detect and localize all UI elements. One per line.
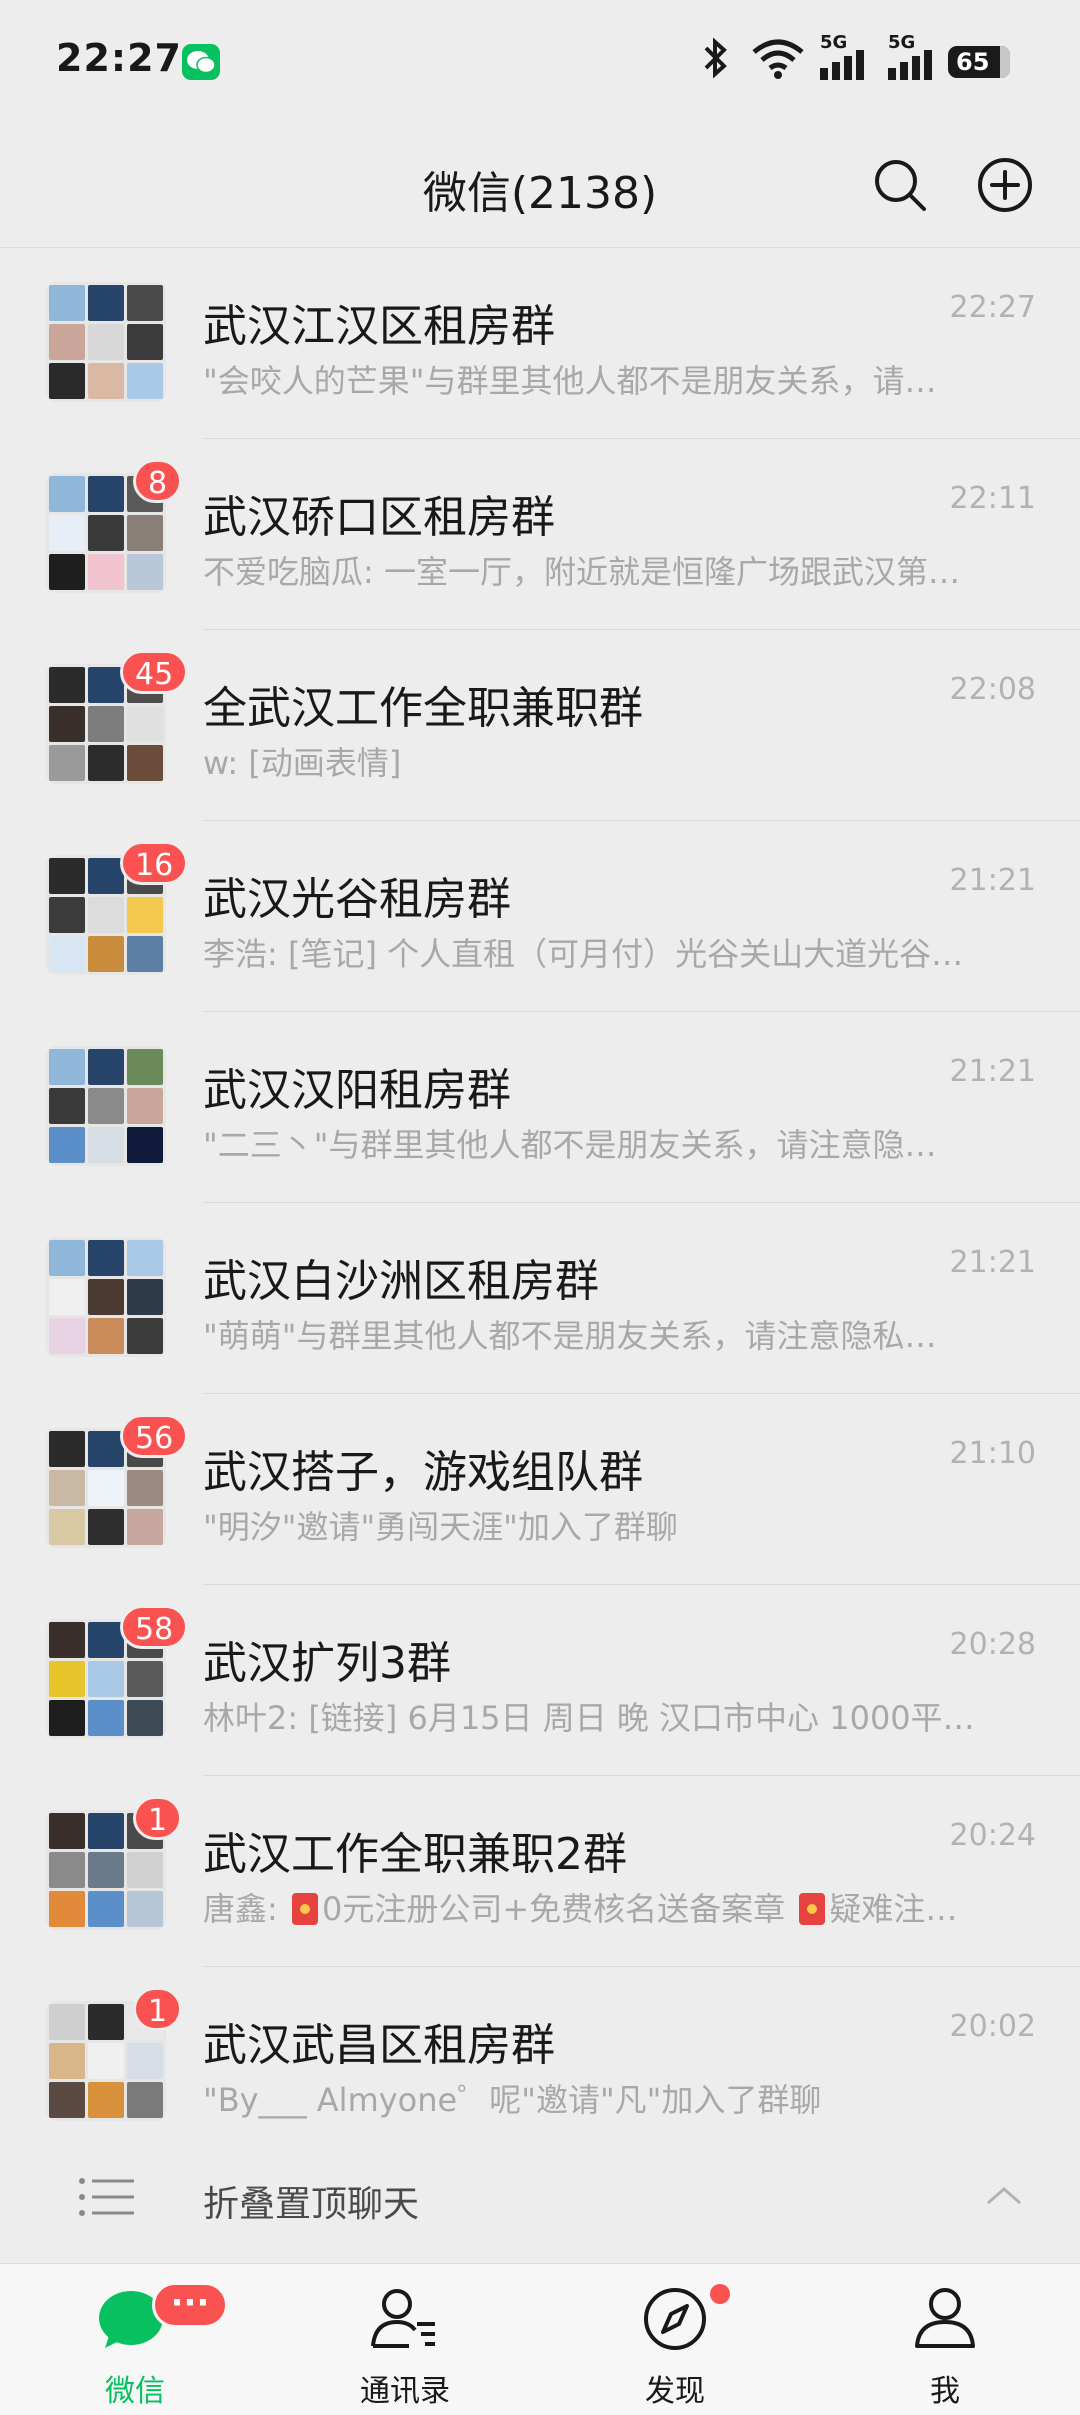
- chat-preview: 唐鑫: 0元注册公司+免费核名送备案章 疑难注…: [203, 1884, 1013, 1930]
- chat-time: 22:27: [949, 290, 1036, 325]
- contacts-icon: [371, 2289, 435, 2348]
- group-avatar: [46, 1237, 166, 1357]
- bottom-tab-bar: ··· 微信 通讯录 发现 我: [0, 2263, 1080, 2415]
- notification-dot: [710, 2284, 730, 2304]
- chat-name: 武汉搭子，游戏组队群: [203, 1447, 643, 1498]
- tab-label: 微信: [105, 2374, 165, 2409]
- wifi-icon: [752, 39, 804, 79]
- tab-badge: ···: [152, 2282, 228, 2328]
- chat-time: 20:24: [949, 1818, 1036, 1853]
- chat-time: 20:28: [949, 1627, 1036, 1662]
- chat-item[interactable]: 1 武汉武昌区租房群 20:02 "By___ Almyone゜呢"邀请"凡"加…: [0, 1967, 1080, 2138]
- unread-badge: 58: [120, 1605, 189, 1649]
- bluetooth-icon: [704, 37, 727, 79]
- chat-name: 武汉工作全职兼职2群: [203, 1829, 627, 1880]
- chat-item[interactable]: 武汉江汉区租房群 22:27 "会咬人的芒果"与群里其他人都不是朋友关系，请…: [0, 248, 1080, 439]
- chat-item[interactable]: 1 武汉工作全职兼职2群 20:24 唐鑫: 0元注册公司+免费核名送备案章 疑…: [0, 1776, 1080, 1967]
- chat-time: 22:08: [949, 672, 1036, 707]
- chat-time: 21:10: [949, 1436, 1036, 1471]
- chat-list: 武汉江汉区租房群 22:27 "会咬人的芒果"与群里其他人都不是朋友关系，请… …: [0, 248, 1080, 2138]
- status-time: 22:27: [56, 36, 182, 80]
- chat-preview: "会咬人的芒果"与群里其他人都不是朋友关系，请…: [203, 362, 937, 400]
- chat-name: 武汉光谷租房群: [203, 874, 511, 925]
- chat-time: 21:21: [949, 1245, 1036, 1280]
- chat-preview: "明汐"邀请"勇闯天涯"加入了群聊: [203, 1508, 678, 1546]
- status-icons: 5G 5G 65: [660, 32, 1080, 86]
- signal-icon: 5G: [820, 32, 876, 80]
- red-packet-icon: [799, 1893, 826, 1925]
- wechat-app-icon: [182, 44, 220, 80]
- chat-item[interactable]: 8 武汉硚口区租房群 22:11 不爱吃脑瓜: 一室一厅，附近就是恒隆广场跟武汉…: [0, 439, 1080, 630]
- chat-time: 21:21: [949, 1054, 1036, 1089]
- chat-name: 武汉武昌区租房群: [203, 2020, 555, 2071]
- preview-text-end: 疑难注…: [829, 1890, 958, 1928]
- chat-item[interactable]: 45 全武汉工作全职兼职群 22:08 w: [动画表情]: [0, 630, 1080, 821]
- unread-badge: 45: [120, 650, 189, 694]
- add-button[interactable]: [975, 155, 1035, 215]
- chat-name: 武汉扩列3群: [203, 1638, 451, 1689]
- chat-preview: 林叶2: [链接] 6月15日 周日 晚 汉口市中心 1000平…: [203, 1699, 975, 1737]
- discover-icon: [644, 2288, 706, 2350]
- chat-name: 武汉白沙洲区租房群: [203, 1256, 599, 1307]
- chat-item[interactable]: 武汉汉阳租房群 21:21 "二三丶"与群里其他人都不是朋友关系，请注意隐…: [0, 1012, 1080, 1203]
- chat-name: 武汉江汉区租房群: [203, 301, 555, 352]
- fold-label: 折叠置顶聊天: [203, 2184, 420, 2225]
- group-avatar: [46, 1046, 166, 1166]
- me-icon: [915, 2288, 975, 2348]
- chat-preview: 李浩: [笔记] 个人直租（可月付）光谷关山大道光谷…: [203, 935, 964, 973]
- chat-preview: "萌萌"与群里其他人都不是朋友关系，请注意隐私…: [203, 1317, 937, 1355]
- chat-item[interactable]: 16 武汉光谷租房群 21:21 李浩: [笔记] 个人直租（可月付）光谷关山大…: [0, 821, 1080, 1012]
- tab-label: 通讯录: [360, 2374, 450, 2409]
- preview-text: 0元注册公司+免费核名送备案章: [321, 1890, 796, 1928]
- tab-me[interactable]: 我: [810, 2264, 1080, 2415]
- fold-pinned-chats[interactable]: 折叠置顶聊天: [0, 2135, 1080, 2263]
- chat-preview: "By___ Almyone゜呢"邀请"凡"加入了群聊: [203, 2081, 822, 2119]
- chevron-up-icon: [987, 2187, 1021, 2205]
- unread-badge: 8: [133, 459, 183, 503]
- tab-chats[interactable]: ··· 微信: [0, 2264, 270, 2415]
- chat-item[interactable]: 58 武汉扩列3群 20:28 林叶2: [链接] 6月15日 周日 晚 汉口市…: [0, 1585, 1080, 1776]
- battery-icon: 65: [948, 46, 1010, 78]
- tab-label: 我: [930, 2374, 960, 2409]
- unread-badge: 1: [133, 1987, 183, 2031]
- unread-badge: 1: [133, 1796, 183, 1840]
- add-icon: [978, 158, 1032, 212]
- chat-preview: "二三丶"与群里其他人都不是朋友关系，请注意隐…: [203, 1126, 937, 1164]
- tab-label: 发现: [645, 2374, 705, 2409]
- chat-name: 武汉汉阳租房群: [203, 1065, 511, 1116]
- chat-time: 20:02: [949, 2009, 1036, 2044]
- status-bar: 22:27 5G 5G 65: [0, 0, 1080, 125]
- app-header: 微信(2138): [0, 125, 1080, 248]
- red-packet-icon: [291, 1893, 318, 1925]
- chat-item[interactable]: 56 武汉搭子，游戏组队群 21:10 "明汐"邀请"勇闯天涯"加入了群聊: [0, 1394, 1080, 1585]
- chat-preview: w: [动画表情]: [203, 744, 402, 782]
- chat-time: 21:21: [949, 863, 1036, 898]
- tab-discover[interactable]: 发现: [540, 2264, 810, 2415]
- chat-time: 22:11: [949, 481, 1036, 516]
- tab-contacts[interactable]: 通讯录: [270, 2264, 540, 2415]
- list-icon: [79, 2178, 134, 2216]
- chat-name: 武汉硚口区租房群: [203, 492, 555, 543]
- chat-preview: 不爱吃脑瓜: 一室一厅，附近就是恒隆广场跟武汉第…: [203, 553, 960, 591]
- unread-badge: 16: [120, 841, 189, 885]
- preview-sender: 唐鑫:: [203, 1890, 288, 1928]
- chat-item[interactable]: 武汉白沙洲区租房群 21:21 "萌萌"与群里其他人都不是朋友关系，请注意隐私…: [0, 1203, 1080, 1394]
- search-icon: [875, 160, 926, 211]
- search-button[interactable]: [870, 155, 930, 215]
- unread-badge: 56: [120, 1414, 189, 1458]
- chat-name: 全武汉工作全职兼职群: [203, 683, 643, 734]
- group-avatar: [46, 282, 166, 402]
- signal-icon-2: 5G: [888, 32, 944, 80]
